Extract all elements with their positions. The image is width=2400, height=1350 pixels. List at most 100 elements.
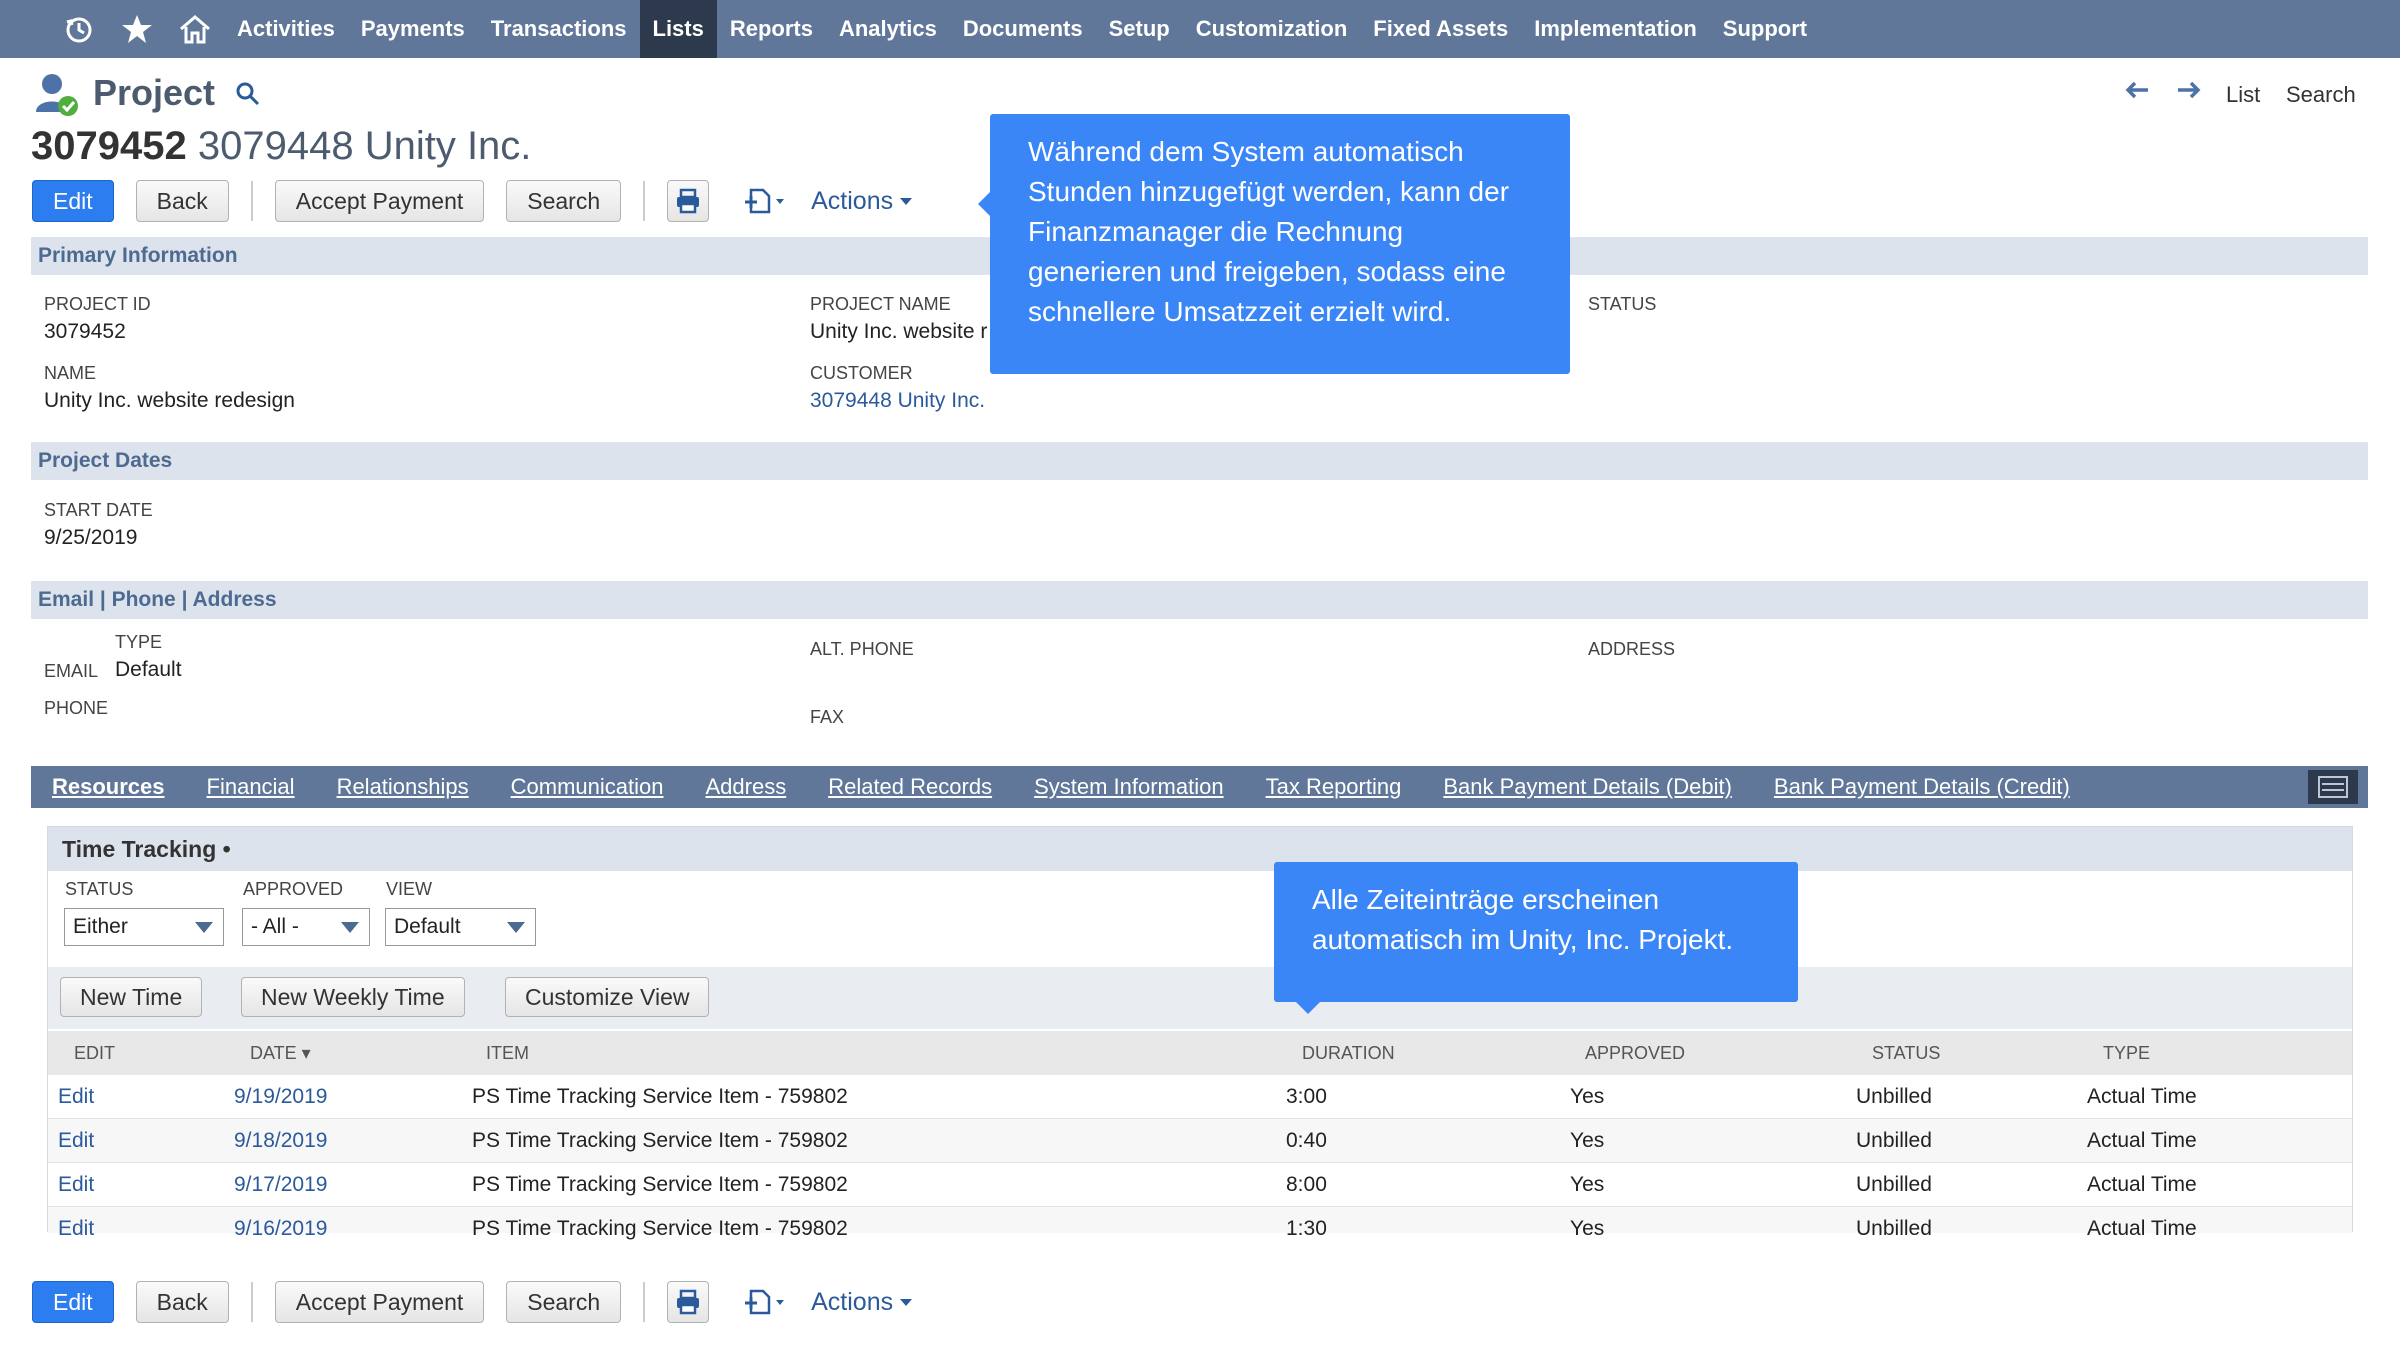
edit-link[interactable]: Edit bbox=[58, 1173, 94, 1197]
new-time-button[interactable]: New Time bbox=[60, 977, 203, 1017]
tab-related-records[interactable]: Related Records bbox=[807, 774, 1013, 800]
chevron-down-icon bbox=[341, 922, 359, 933]
accept-payment-button[interactable]: Accept Payment bbox=[274, 180, 485, 222]
customize-view-button[interactable]: Customize View bbox=[505, 977, 710, 1017]
date-link[interactable]: 9/17/2019 bbox=[234, 1173, 327, 1197]
nav-analytics[interactable]: Analytics bbox=[826, 0, 950, 58]
column-item[interactable]: ITEM bbox=[486, 1043, 529, 1064]
project-name-value: Unity Inc. website r bbox=[810, 320, 988, 343]
actions-menu[interactable]: Actions bbox=[811, 1288, 913, 1317]
phone-label: PHONE bbox=[44, 698, 109, 718]
date-link[interactable]: 9/18/2019 bbox=[234, 1129, 327, 1153]
page-title: 3079452 3079448 Unity Inc. bbox=[31, 124, 531, 169]
divider bbox=[643, 181, 646, 221]
item-cell: PS Time Tracking Service Item - 759802 bbox=[472, 1085, 848, 1108]
search-link[interactable]: Search bbox=[2286, 82, 2356, 108]
type-cell: Actual Time bbox=[2087, 1129, 2197, 1152]
nav-customization[interactable]: Customization bbox=[1183, 0, 1361, 58]
date-link[interactable]: 9/19/2019 bbox=[234, 1085, 327, 1109]
project-icon bbox=[32, 70, 80, 118]
back-button[interactable]: Back bbox=[135, 1281, 229, 1323]
edit-button[interactable]: Edit bbox=[32, 1281, 114, 1323]
actions-menu[interactable]: Actions bbox=[811, 187, 913, 216]
search-icon[interactable] bbox=[234, 80, 262, 108]
edit-button[interactable]: Edit bbox=[32, 180, 114, 222]
tab-resources[interactable]: Resources bbox=[31, 774, 186, 800]
duration-cell: 1:30 bbox=[1286, 1217, 1327, 1240]
divider bbox=[250, 181, 253, 221]
status-select[interactable]: Either bbox=[64, 908, 224, 946]
type-cell: Actual Time bbox=[2087, 1173, 2197, 1196]
edit-link[interactable]: Edit bbox=[58, 1217, 94, 1241]
list-link[interactable]: List bbox=[2226, 82, 2260, 108]
table-header: EDIT DATE ▾ ITEM DURATION APPROVED STATU… bbox=[48, 1031, 2352, 1075]
nav-setup[interactable]: Setup bbox=[1096, 0, 1183, 58]
prev-record-icon[interactable] bbox=[2124, 80, 2150, 100]
type-cell: Actual Time bbox=[2087, 1085, 2197, 1108]
subtab-bar: Resources Financial Relationships Commun… bbox=[31, 766, 2368, 808]
tab-bank-payment-debit[interactable]: Bank Payment Details (Debit) bbox=[1422, 774, 1753, 800]
nav-reports[interactable]: Reports bbox=[717, 0, 826, 58]
view-select-value: Default bbox=[394, 915, 461, 938]
table-row: Edit 9/17/2019 PS Time Tracking Service … bbox=[48, 1163, 2352, 1207]
record-id: 3079452 bbox=[31, 124, 187, 168]
approved-select[interactable]: - All - bbox=[242, 908, 370, 946]
column-date[interactable]: DATE ▾ bbox=[250, 1043, 311, 1064]
chevron-down-icon bbox=[900, 198, 913, 205]
search-button[interactable]: Search bbox=[506, 180, 622, 222]
print-icon[interactable] bbox=[667, 1281, 710, 1323]
approved-cell: Yes bbox=[1570, 1217, 1605, 1240]
fax-label: FAX bbox=[810, 707, 845, 727]
new-weekly-time-button[interactable]: New Weekly Time bbox=[241, 977, 465, 1017]
tab-bank-payment-credit[interactable]: Bank Payment Details (Credit) bbox=[1753, 774, 2091, 800]
column-duration[interactable]: DURATION bbox=[1302, 1043, 1395, 1064]
approved-cell: Yes bbox=[1570, 1085, 1605, 1108]
column-status[interactable]: STATUS bbox=[1872, 1043, 1940, 1064]
print-icon[interactable] bbox=[667, 180, 710, 222]
search-button[interactable]: Search bbox=[506, 1281, 622, 1323]
duration-cell: 3:00 bbox=[1286, 1085, 1327, 1108]
back-button[interactable]: Back bbox=[135, 180, 229, 222]
bottom-button-row: Edit Back Accept Payment Search Actions bbox=[32, 1280, 913, 1324]
nav-lists[interactable]: Lists bbox=[639, 0, 717, 58]
tab-time-tracking[interactable]: Time Tracking • bbox=[48, 827, 245, 871]
tab-communication[interactable]: Communication bbox=[490, 774, 685, 800]
new-document-icon[interactable] bbox=[743, 1287, 789, 1317]
nav-transactions[interactable]: Transactions bbox=[478, 0, 640, 58]
type-label: TYPE bbox=[115, 632, 163, 652]
tab-system-information[interactable]: System Information bbox=[1013, 774, 1245, 800]
tab-financial[interactable]: Financial bbox=[186, 774, 316, 800]
item-cell: PS Time Tracking Service Item - 759802 bbox=[472, 1217, 848, 1240]
actions-label: Actions bbox=[811, 1287, 894, 1316]
customer-link[interactable]: 3079448 Unity Inc. bbox=[810, 389, 985, 413]
table-row: Edit 9/19/2019 PS Time Tracking Service … bbox=[48, 1075, 2352, 1119]
email-phone-address-heading[interactable]: Email | Phone | Address bbox=[31, 581, 2368, 619]
recent-records-icon[interactable] bbox=[50, 0, 108, 58]
nav-support[interactable]: Support bbox=[1710, 0, 1820, 58]
nav-documents[interactable]: Documents bbox=[950, 0, 1096, 58]
new-document-icon[interactable] bbox=[743, 186, 789, 216]
nav-payments[interactable]: Payments bbox=[348, 0, 478, 58]
address-label: ADDRESS bbox=[1588, 639, 1676, 659]
date-link[interactable]: 9/16/2019 bbox=[234, 1217, 327, 1241]
project-dates-heading[interactable]: Project Dates bbox=[31, 442, 2368, 480]
column-approved[interactable]: APPROVED bbox=[1585, 1043, 1685, 1064]
nav-fixed-assets[interactable]: Fixed Assets bbox=[1360, 0, 1521, 58]
nav-activities[interactable]: Activities bbox=[224, 0, 348, 58]
star-icon[interactable] bbox=[108, 0, 166, 58]
column-type[interactable]: TYPE bbox=[2103, 1043, 2150, 1064]
home-icon[interactable] bbox=[166, 0, 224, 58]
edit-link[interactable]: Edit bbox=[58, 1129, 94, 1153]
next-record-icon[interactable] bbox=[2176, 80, 2202, 100]
accept-payment-button[interactable]: Accept Payment bbox=[274, 1281, 485, 1323]
tab-relationships[interactable]: Relationships bbox=[316, 774, 490, 800]
menu-icon[interactable] bbox=[2308, 770, 2358, 804]
duration-cell: 0:40 bbox=[1286, 1129, 1327, 1152]
view-select[interactable]: Default bbox=[385, 908, 536, 946]
tab-address[interactable]: Address bbox=[684, 774, 807, 800]
tab-tax-reporting[interactable]: Tax Reporting bbox=[1245, 774, 1423, 800]
edit-link[interactable]: Edit bbox=[58, 1085, 94, 1109]
nav-implementation[interactable]: Implementation bbox=[1521, 0, 1710, 58]
item-cell: PS Time Tracking Service Item - 759802 bbox=[472, 1173, 848, 1196]
approved-filter-label: APPROVED bbox=[243, 879, 344, 899]
